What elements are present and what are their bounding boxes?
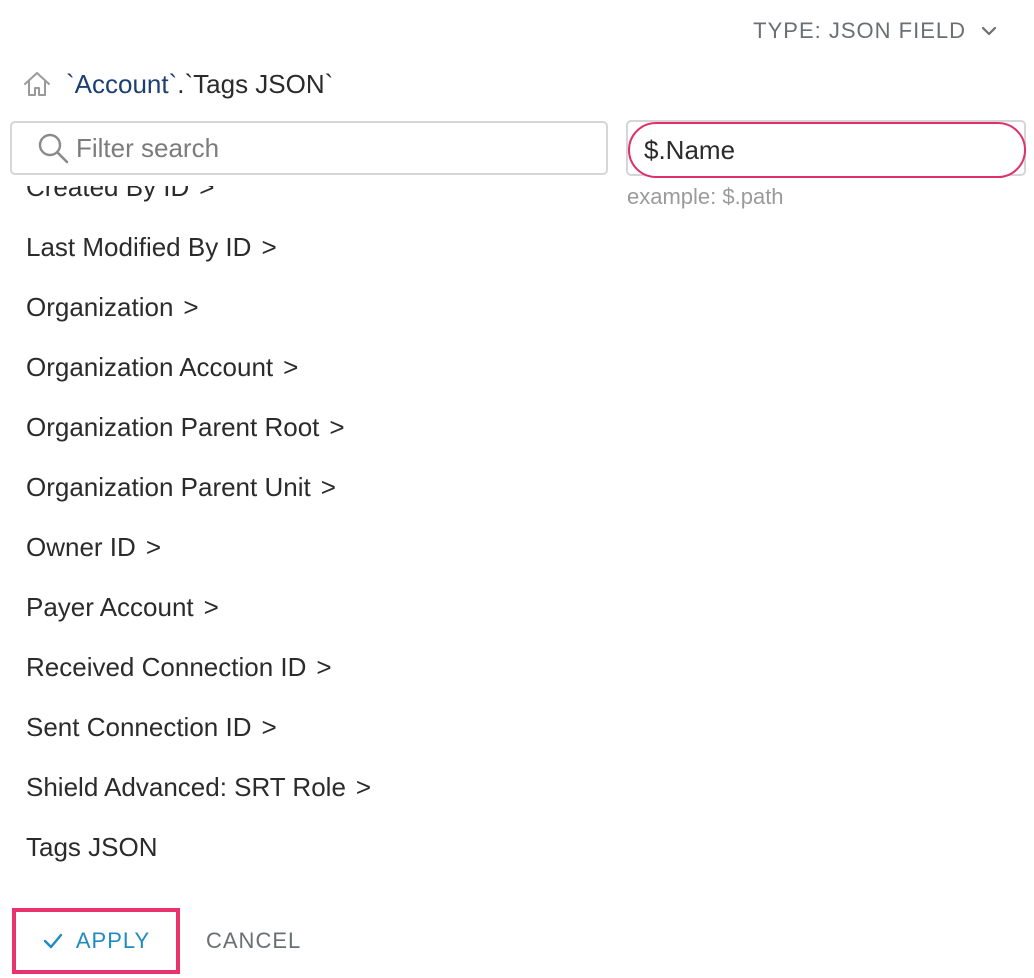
chevron-down-icon <box>981 26 997 36</box>
expand-arrow-icon: > <box>145 532 161 562</box>
json-path-hint: example: $.path <box>627 184 784 209</box>
filter-search-box[interactable] <box>10 121 608 175</box>
list-item[interactable]: Organization > <box>0 277 600 337</box>
expand-arrow-icon: > <box>355 772 372 802</box>
json-path-input[interactable] <box>628 122 1026 178</box>
list-item[interactable]: Organization Parent Root > <box>0 397 600 457</box>
breadcrumb-separator: . <box>177 68 185 99</box>
list-item-label: Organization Account <box>26 352 274 382</box>
list-item-label: Owner ID <box>26 532 136 562</box>
list-item-label: Organization <box>26 292 174 322</box>
apply-button-label: APPLY <box>75 928 151 953</box>
list-item[interactable]: Owner ID > <box>0 517 600 577</box>
type-selector[interactable]: TYPE: JSON FIELD <box>753 18 998 44</box>
list-item[interactable]: Organization Account > <box>0 337 600 397</box>
list-item-label: Tags JSON <box>26 832 158 862</box>
expand-arrow-icon: > <box>329 412 345 442</box>
list-item-label: Payer Account <box>26 592 194 622</box>
json-path-field <box>626 120 1026 178</box>
list-item-label: Received Connection ID <box>26 652 307 682</box>
search-icon <box>36 131 70 165</box>
field-list[interactable]: Created By ID > Last Modified By ID > Organi… <box>0 186 600 906</box>
apply-button[interactable]: APPLY <box>12 908 180 974</box>
list-item[interactable]: Received Connection ID > <box>0 637 600 697</box>
list-item[interactable]: Organization Parent Unit > <box>0 457 600 517</box>
filter-search-input[interactable] <box>76 123 606 173</box>
expand-arrow-icon: > <box>261 712 277 742</box>
list-item-label: Last Modified By ID <box>26 232 252 262</box>
list-item[interactable]: Tags JSON <box>0 817 600 877</box>
expand-arrow-icon: > <box>203 592 219 622</box>
home-icon[interactable] <box>22 69 52 99</box>
expand-arrow-icon: > <box>183 292 199 322</box>
expand-arrow-icon: > <box>283 352 299 382</box>
list-item[interactable]: Shield Advanced: SRT Role > <box>0 757 600 817</box>
expand-arrow-icon: > <box>261 232 277 262</box>
list-item-label: Organization Parent Root <box>26 412 320 442</box>
list-item-label: Organization Parent Unit <box>26 472 311 502</box>
breadcrumb-current: `Tags JSON` <box>184 68 334 99</box>
list-item[interactable]: Payer Account > <box>0 577 600 637</box>
expand-arrow-icon: > <box>316 652 332 682</box>
list-item-label: Created By ID <box>26 186 190 202</box>
list-item-label: Sent Connection ID <box>26 712 252 742</box>
list-item[interactable]: Last Modified By ID > <box>0 217 600 277</box>
breadcrumb-link-account[interactable]: `Account` <box>66 69 177 100</box>
list-item[interactable]: Created By ID > <box>0 186 600 217</box>
cancel-button[interactable]: CANCEL <box>196 908 311 974</box>
expand-arrow-icon: > <box>320 472 336 502</box>
list-item[interactable]: Sent Connection ID > <box>0 697 600 757</box>
breadcrumb: `Account` . `Tags JSON` <box>22 64 333 104</box>
check-icon <box>43 933 63 949</box>
type-selector-label: TYPE: JSON FIELD <box>753 18 966 43</box>
list-item-label: Shield Advanced: SRT Role <box>26 772 346 802</box>
expand-arrow-icon: > <box>199 186 215 202</box>
footer-actions: APPLY CANCEL <box>0 906 1034 978</box>
